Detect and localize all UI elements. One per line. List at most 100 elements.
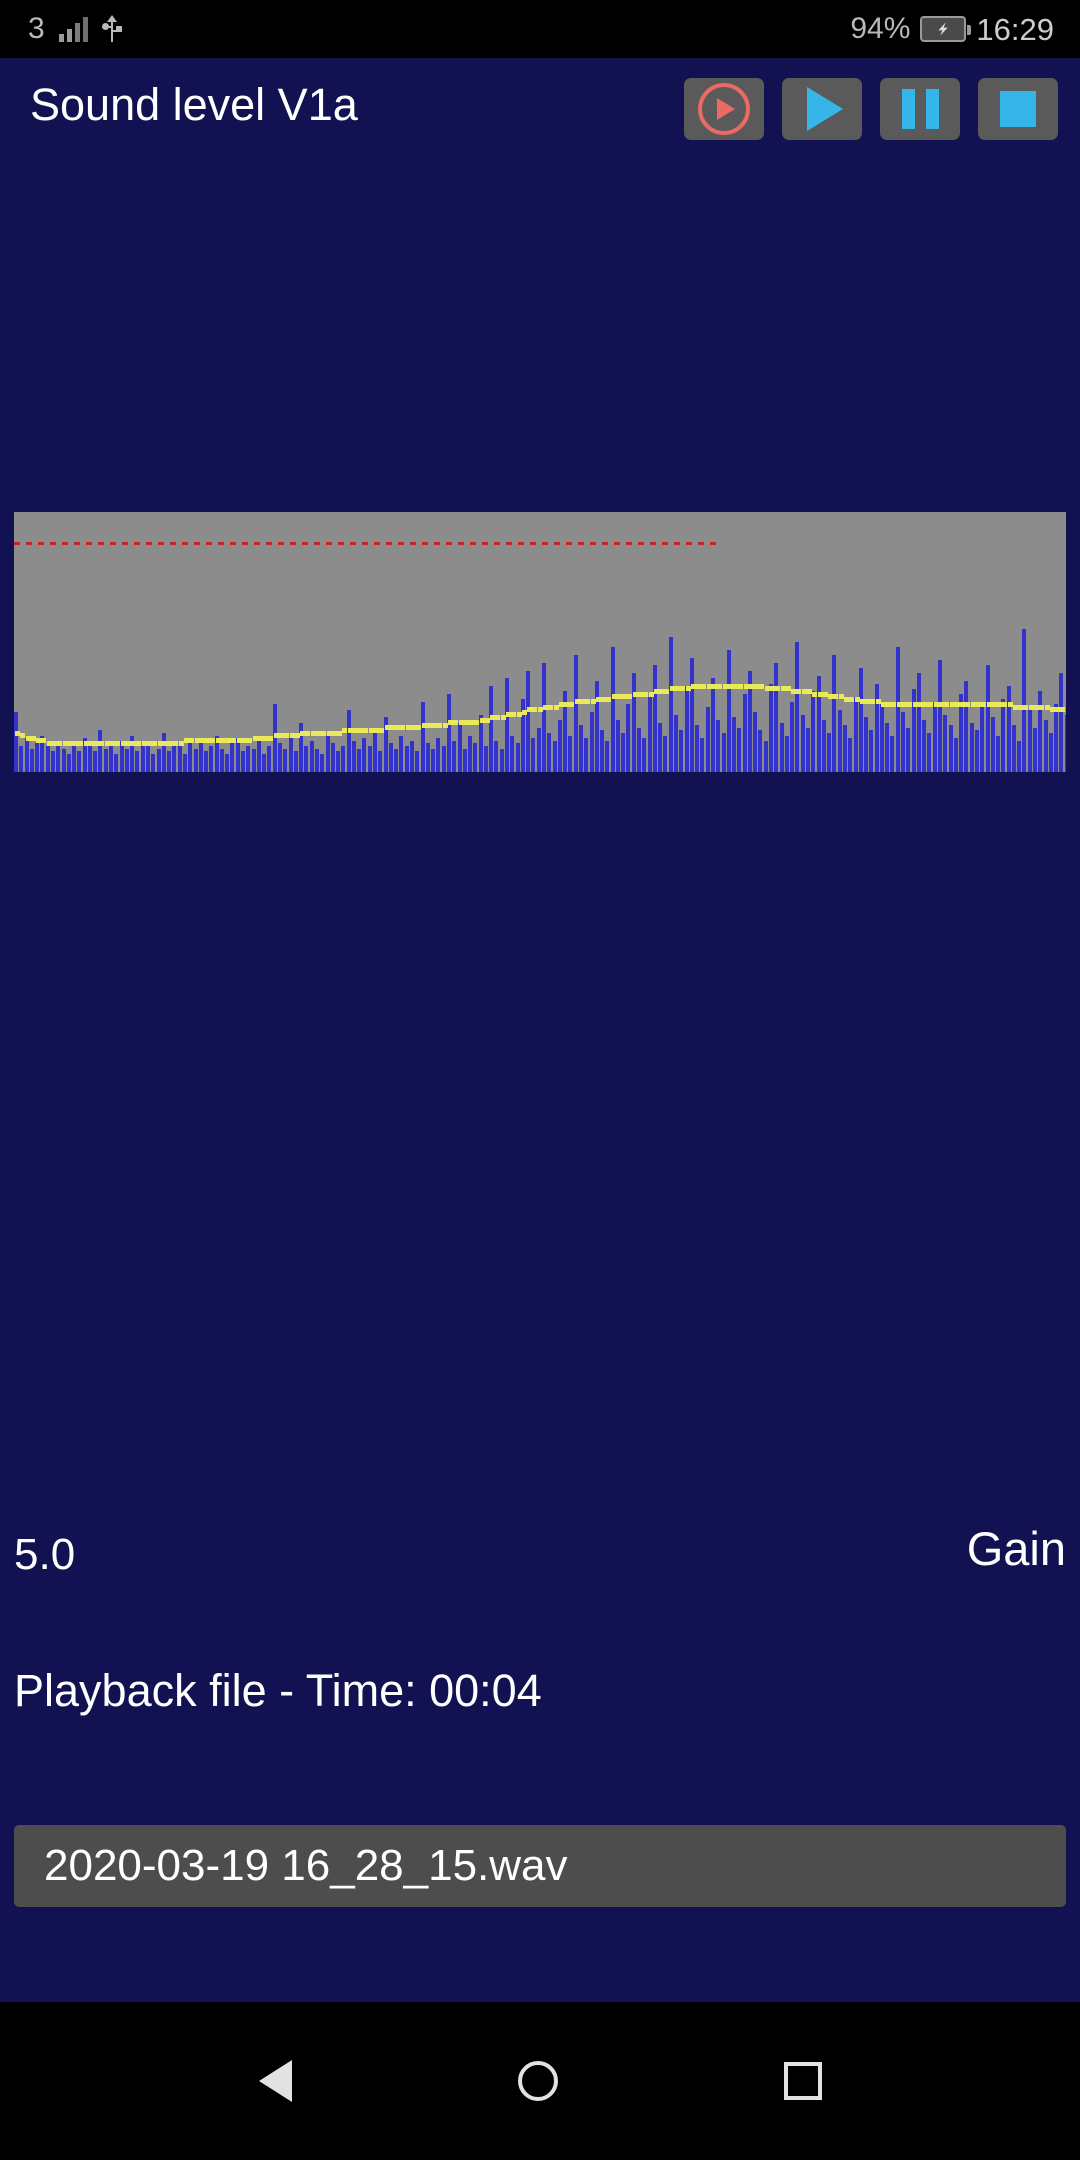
app-header: Sound level V1a [0,58,1080,146]
chart-average-dot [1044,704,1050,710]
chart-average-dot [62,741,68,746]
chart-average-dot [960,702,966,707]
chart-average-dot [389,725,395,731]
chart-average-dot [764,686,770,692]
chart-average-dot [120,741,126,746]
chart-average-dot [664,689,670,694]
chart-average-dot [152,741,158,746]
battery-charging-icon [920,16,972,42]
chart-average-dot [801,689,807,694]
chart-average-dot [569,702,575,707]
chart-average-dot [907,702,913,707]
chart-average-dot [495,715,501,720]
chart-average-dot [416,725,422,731]
chart-average-dot [611,694,617,700]
chart-average-dot [791,689,797,694]
chart-average-dot [954,702,960,707]
chart-average-dot [331,730,337,736]
chart-average-dot [194,738,200,744]
chart-average-dot [252,735,258,741]
home-circle-icon[interactable] [517,2061,558,2101]
chart-average-dot [616,694,622,700]
chart-average-dot [822,691,828,697]
chart-average-dot [162,741,168,746]
chart-average-dot [965,702,971,707]
chart-average-dot [833,694,839,700]
chart-average-dot [1023,704,1029,710]
chart-average-dot [99,741,105,746]
chart-average-dot [949,702,955,707]
stop-button[interactable] [978,78,1058,140]
chart-average-dot [421,722,427,728]
chart-average-dot [875,699,881,705]
chart-average-dot [115,741,121,746]
chart-average-dot [1018,704,1024,710]
chart-average-dot [395,725,401,731]
chart-average-dot [141,741,147,746]
chart-average-dot [46,741,52,746]
chart-average-dot [579,699,585,705]
playback-status: Playback file - Time: 00:04 [14,1665,542,1716]
chart-average-dot [669,686,675,692]
chart-average-dot [638,691,644,697]
system-nav-bar [0,2002,1080,2160]
chart-average-dot [263,735,269,741]
back-triangle-icon[interactable] [258,2060,292,2102]
chart-average-dot [770,686,776,692]
gain-label: Gain [966,1522,1066,1575]
gain-row: 5.0 Gain [0,1522,1080,1588]
recent-square-icon[interactable] [783,2062,822,2100]
chart-average-dot [257,735,263,741]
chart-average-dot [828,694,834,700]
chart-average-dot [458,720,464,726]
chart-average-dot [838,694,844,700]
gain-value[interactable]: 5.0 [14,1528,75,1582]
chart-average-dot [1007,702,1013,707]
chart-average-dot [1028,704,1034,710]
chart-average-dot [57,741,63,746]
chart-average-dot [648,691,654,697]
chart-average-dot [796,689,802,694]
chart-average-dot [463,720,469,726]
chart-average-dot [785,686,791,692]
app-title: Sound level V1a [30,79,358,130]
pause-button[interactable] [880,78,960,140]
signal-bars-icon [58,16,88,42]
sound-level-chart[interactable] [14,512,1066,772]
chart-average-dot [601,696,607,702]
chart-average-dot [94,741,100,746]
chart-average-dot [817,691,823,697]
chart-average-dot [30,735,36,741]
chart-average-dot [289,733,295,739]
chart-average-dot [110,741,116,746]
chart-average-dot [326,730,332,736]
chart-average-dot [437,722,443,728]
chart-average-dot [928,702,934,707]
chart-average-dot [368,728,374,733]
chart-average-dot [236,738,242,744]
chart-average-dot [722,683,728,689]
chart-average-dot [643,691,649,697]
filename-field[interactable]: 2020-03-19 16_28_15.wav [14,1825,1066,1907]
chart-average-dot [1060,707,1066,713]
chart-average-dot [944,702,950,707]
play-button[interactable] [782,78,862,140]
chart-average-dot [574,699,580,705]
record-button[interactable] [684,78,764,140]
chart-average-dot [775,686,781,692]
chart-average-dot [701,683,707,689]
chart-average-dot [733,683,739,689]
chart-average-dot [199,738,205,744]
chart-average-dot [342,728,348,733]
chart-average-dot [675,686,680,692]
chart-average-dot [474,720,480,726]
chart-average-dot [210,738,216,744]
chart-average-dot [447,720,453,726]
chart-average-dot [500,715,506,720]
chart-average-dot [923,702,929,707]
chart-average-dot [558,702,564,707]
chart-average-dot [125,741,131,746]
chart-average-dot [442,722,448,728]
chart-average-dot [865,699,871,705]
chart-average-dot [590,699,596,705]
